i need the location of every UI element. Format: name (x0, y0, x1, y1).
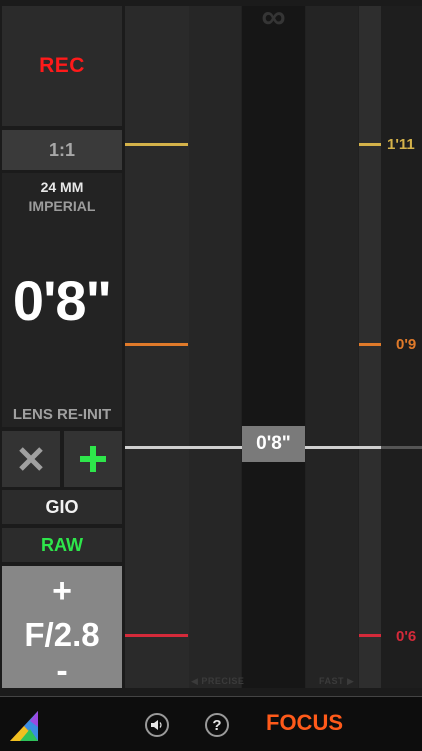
focus-track[interactable] (242, 6, 305, 688)
plus-icon (80, 446, 106, 472)
focal-length: 24 MM (40, 179, 84, 195)
add-button[interactable] (64, 431, 122, 487)
precise-hint: ◀ PRECISE (191, 676, 245, 686)
lens-reinit-button[interactable]: LENS RE-INIT (2, 406, 122, 423)
format-button[interactable]: RAW (2, 528, 122, 562)
mark-line-right (359, 634, 381, 637)
aperture-value: F/2.8 (24, 616, 100, 653)
help-button[interactable]: ? (205, 713, 229, 737)
focus-scale[interactable]: ∞ 1'11 0'9 0'8" 0'6 ◀ PRECISE FAST ▶ (125, 0, 422, 688)
current-focus-line-tail (381, 446, 422, 449)
speaker-icon (151, 720, 162, 730)
rec-label: REC (39, 54, 85, 77)
mark-line-left (125, 634, 188, 637)
mark-label: 0'6 (396, 628, 417, 645)
rec-button[interactable]: REC (2, 6, 122, 126)
scale-column (125, 6, 189, 688)
close-icon (19, 447, 43, 471)
scale-column (306, 6, 358, 688)
bottom-bar: ? FOCUS (0, 696, 422, 751)
aperture-decrease-button[interactable]: - (2, 652, 122, 691)
aperture-control: + F/2.8 - (2, 566, 122, 691)
scale-column (359, 6, 381, 688)
lens-info-panel: 24 MM IMPERIAL 0'8" LENS RE-INIT (2, 173, 122, 427)
sound-button[interactable] (145, 713, 169, 737)
mark-line-left (125, 143, 188, 146)
mark-label: 1'11 (387, 136, 415, 153)
mark-line-left (125, 343, 188, 346)
infinity-icon: ∞ (261, 0, 286, 36)
mode-label[interactable]: FOCUS (266, 710, 343, 736)
aspect-ratio-label: 1:1 (48, 139, 75, 160)
preset-button[interactable]: GIO (2, 490, 122, 524)
units-label: IMPERIAL (28, 198, 96, 214)
scale-column (189, 6, 241, 688)
aperture-increase-button[interactable]: + (2, 572, 122, 611)
preset-label: GIO (45, 496, 79, 517)
format-label: RAW (41, 534, 83, 555)
mark-line-right (359, 343, 381, 346)
aspect-ratio-button[interactable]: 1:1 (2, 130, 122, 170)
help-icon: ? (212, 716, 222, 734)
focus-distance-readout: 0'8" (12, 269, 112, 332)
mark-line-right (359, 143, 381, 146)
fast-hint: FAST ▶ (319, 676, 355, 686)
prism-logo-icon[interactable] (8, 709, 42, 743)
current-focus-handle[interactable]: 0'8" (242, 426, 305, 462)
mark-label: 0'9 (396, 336, 417, 353)
cancel-button[interactable] (2, 431, 60, 487)
